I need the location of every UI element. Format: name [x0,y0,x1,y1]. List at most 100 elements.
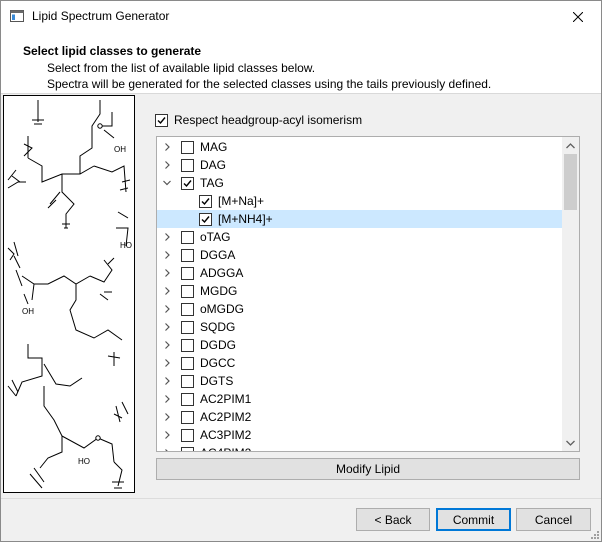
chevron-right-icon[interactable] [161,375,173,387]
dialog-window: Lipid Spectrum Generator Select lipid cl… [0,0,602,542]
chevron-right-icon[interactable] [161,159,173,171]
svg-text:OH: OH [22,307,34,316]
tree-list: MAG DAG TAG [M+Na]+ [M+NH4]+ oTAG DGGA ADGGA MGD… [157,138,562,451]
wizard-header: Select lipid classes to generate Select … [1,32,601,94]
checkmark-icon [183,179,192,187]
chevron-down-icon[interactable] [161,177,173,189]
tree-item-label: SQDG [200,320,236,334]
chevron-right-icon[interactable] [161,321,173,333]
tree-item-checkbox[interactable] [181,410,194,424]
isomerism-label: Respect headgroup-acyl isomerism [174,113,363,127]
tree-item-label: AC4PIM2 [200,446,251,451]
isomerism-option[interactable]: Respect headgroup-acyl isomerism [155,112,362,128]
tree-item[interactable]: AC2PIM1 [157,390,562,408]
tree-item-checkbox[interactable] [199,212,212,226]
tree-item[interactable]: SQDG [157,318,562,336]
tree-item-checkbox[interactable] [181,230,194,244]
tree-item-label: MGDG [200,284,238,298]
chevron-right-icon[interactable] [161,393,173,405]
app-window-icon [10,10,24,22]
tree-item-checkbox[interactable] [181,338,194,352]
chevron-right-icon[interactable] [161,249,173,261]
tree-item-label: [M+NH4]+ [218,212,273,226]
scroll-down-button[interactable] [562,434,579,451]
tree-item-checkbox[interactable] [181,176,194,190]
tree-item[interactable]: AC2PIM2 [157,408,562,426]
lipid-class-tree[interactable]: MAG DAG TAG [M+Na]+ [M+NH4]+ oTAG DGGA ADGGA MGD… [156,136,580,452]
tree-item-label: TAG [200,176,224,190]
tree-item-label: DGGA [200,248,236,262]
title-bar: Lipid Spectrum Generator [1,1,601,32]
commit-button[interactable]: Commit [436,508,511,531]
tree-scrollbar[interactable] [562,137,579,451]
tree-item[interactable]: oMGDG [157,300,562,318]
tree-item-checkbox[interactable] [181,266,194,280]
tree-item[interactable]: oTAG [157,228,562,246]
tree-item-label: oMGDG [200,302,245,316]
tree-item-label: DAG [200,158,227,172]
window-title: Lipid Spectrum Generator [32,9,170,23]
chevron-right-icon[interactable] [161,285,173,297]
tree-item-checkbox[interactable] [181,302,194,316]
tree-item[interactable]: ADGGA [157,264,562,282]
tree-item-checkbox[interactable] [181,374,194,388]
tree-item[interactable]: MGDG [157,282,562,300]
tree-item[interactable]: DGGA [157,246,562,264]
tree-item[interactable]: DGCC [157,354,562,372]
tree-subitem[interactable]: [M+Na]+ [157,192,562,210]
page-title: Select lipid classes to generate [23,44,202,58]
chevron-right-icon[interactable] [161,141,173,153]
tree-item-label: [M+Na]+ [218,194,265,208]
tree-item-label: DGDG [200,338,236,352]
tree-item-checkbox[interactable] [181,356,194,370]
tree-item-checkbox[interactable] [181,320,194,334]
tree-item-checkbox[interactable] [181,428,194,442]
cancel-button[interactable]: Cancel [516,508,591,531]
tree-item[interactable]: MAG [157,138,562,156]
tree-item[interactable]: DAG [157,156,562,174]
chevron-right-icon[interactable] [161,357,173,369]
tree-item[interactable]: AC4PIM2 [157,444,562,451]
resize-grip-icon[interactable] [589,529,599,539]
checkmark-icon [201,197,210,205]
tree-item-checkbox[interactable] [181,140,194,154]
scroll-up-button[interactable] [562,137,579,154]
tree-subitem[interactable]: [M+NH4]+ [157,210,562,228]
lipid-structure-image: OH HO OH HO [3,95,135,493]
tree-item-label: DGCC [200,356,236,370]
lipid-structure-drawing: OH HO OH HO [7,100,132,489]
tree-item[interactable]: DGDG [157,336,562,354]
page-description-line-1: Select from the list of available lipid … [47,61,316,75]
tree-item-checkbox[interactable] [181,284,194,298]
back-button[interactable]: < Back [356,508,430,531]
isomerism-checkbox[interactable] [155,113,168,127]
tree-item[interactable]: TAG [157,174,562,192]
tree-item-label: AC3PIM2 [200,428,252,442]
tree-item-label: AC2PIM2 [200,410,252,424]
chevron-right-icon[interactable] [161,231,173,243]
footer-divider [1,498,601,499]
svg-text:HO: HO [120,241,132,250]
tree-item-label: oTAG [200,230,231,244]
tree-item-label: ADGGA [200,266,244,280]
modify-lipid-button[interactable]: Modify Lipid [156,458,580,480]
checkmark-icon [157,116,166,124]
chevron-right-icon[interactable] [161,429,173,441]
chevron-right-icon[interactable] [161,267,173,279]
close-button[interactable] [555,1,601,32]
chevron-right-icon[interactable] [161,339,173,351]
checkmark-icon [201,215,210,223]
scroll-thumb[interactable] [564,154,577,210]
chevron-right-icon[interactable] [161,447,173,451]
tree-item[interactable]: DGTS [157,372,562,390]
tree-item-checkbox[interactable] [181,446,194,451]
tree-item[interactable]: AC3PIM2 [157,426,562,444]
tree-item-checkbox[interactable] [181,248,194,262]
tree-item-checkbox[interactable] [181,158,194,172]
tree-item-checkbox[interactable] [181,392,194,406]
close-icon [573,11,583,22]
chevron-right-icon[interactable] [161,411,173,423]
svg-text:HO: HO [78,457,90,466]
tree-item-checkbox[interactable] [199,194,212,208]
chevron-right-icon[interactable] [161,303,173,315]
